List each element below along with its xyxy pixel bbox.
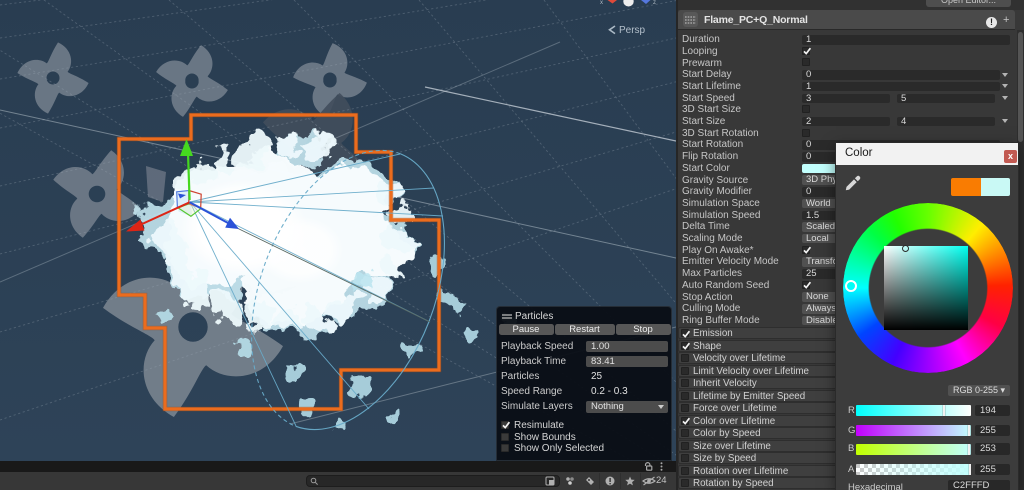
svg-text:x: x: [600, 0, 603, 6]
svg-text:z: z: [653, 0, 656, 6]
svg-text:Persp: Persp: [619, 25, 646, 36]
